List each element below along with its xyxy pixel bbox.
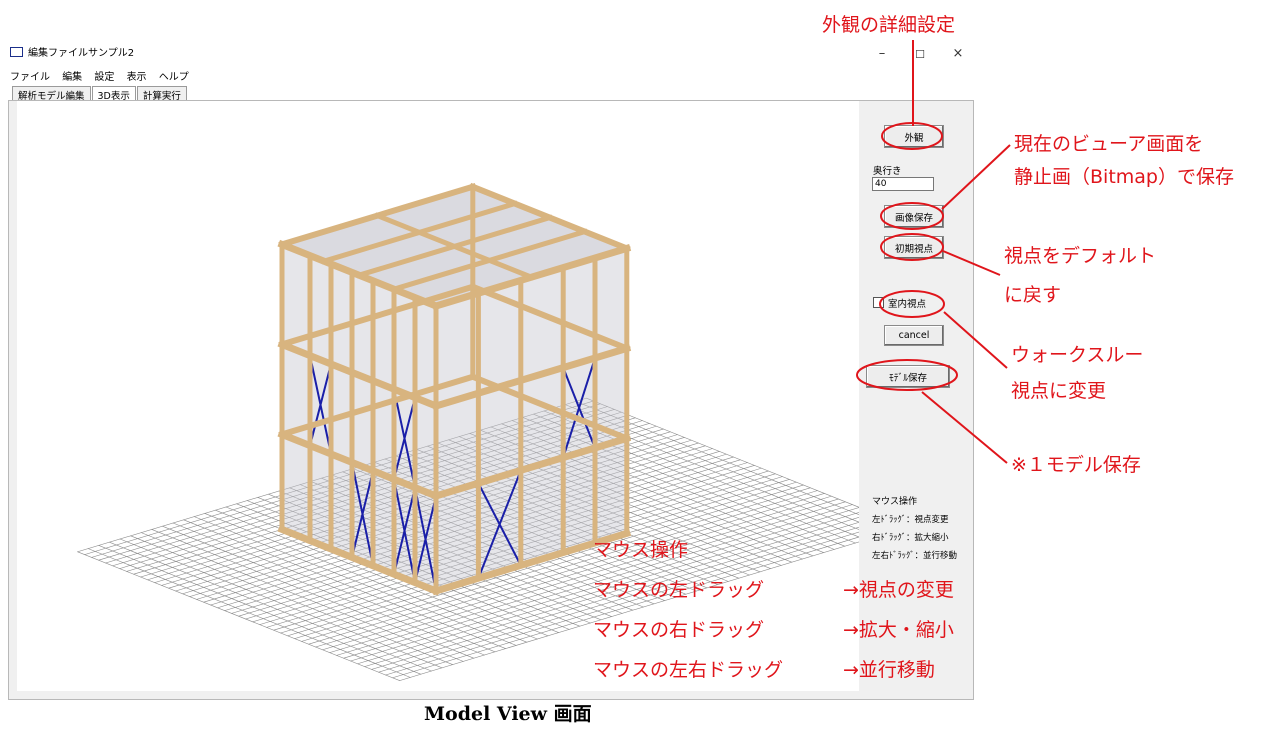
cancel-button[interactable]: cancel — [884, 325, 944, 346]
tab-bar: 解析モデル編集 3D表示 計算実行 — [12, 86, 188, 102]
annotation-walkthrough-1: ウォークスルー — [1011, 344, 1144, 366]
menu-edit[interactable]: 編集 — [62, 72, 82, 83]
annotation-default-view-2: に戻す — [1004, 284, 1062, 306]
figure-caption: Model View 画面 — [424, 703, 592, 725]
appearance-button[interactable]: 外観 — [884, 125, 944, 148]
mouse-help-line: 左ﾄﾞﾗｯｸﾞ：視点変更 — [872, 515, 949, 525]
window-title: 編集ファイルサンプル2 — [10, 44, 134, 59]
annotation-mouse-left-action: マウスの左ドラッグ — [593, 579, 765, 601]
annotation-model-save: ※１モデル保存 — [1011, 454, 1141, 476]
menu-bar: ファイル 編集 設定 表示 ヘルプ — [10, 68, 198, 83]
menu-file[interactable]: ファイル — [10, 72, 50, 83]
window-title-text: 編集ファイルサンプル2 — [28, 48, 135, 59]
annotation-mouse-title: マウス操作 — [593, 539, 689, 561]
indoor-view-label: 室内視点 — [888, 299, 927, 310]
annotation-mouse-right-result: →拡大・縮小 — [843, 619, 954, 641]
menu-view[interactable]: 表示 — [127, 72, 147, 83]
save-image-button[interactable]: 画像保存 — [884, 205, 944, 228]
annotation-default-view-1: 視点をデフォルト — [1004, 245, 1157, 267]
maximize-button[interactable]: ☐ — [910, 48, 930, 61]
close-button[interactable]: × — [948, 46, 968, 61]
mouse-help-title: マウス操作 — [872, 497, 918, 507]
initial-view-button[interactable]: 初期視点 — [884, 236, 944, 259]
checkbox-box[interactable] — [873, 297, 884, 308]
tab-model-edit[interactable]: 解析モデル編集 — [12, 86, 91, 102]
model-save-button[interactable]: ﾓﾃﾞﾙ保存 — [866, 365, 950, 388]
mouse-help-line: 右ﾄﾞﾗｯｸﾞ：拡大縮小 — [872, 533, 949, 543]
indoor-view-checkbox[interactable]: 室内視点 — [873, 296, 926, 310]
menu-settings[interactable]: 設定 — [94, 72, 114, 83]
tab-3d-view[interactable]: 3D表示 — [91, 86, 136, 102]
annotation-save-image-1: 現在のビューア画面を — [1014, 133, 1204, 155]
tab-calculation[interactable]: 計算実行 — [136, 86, 187, 102]
minimize-button[interactable]: – — [872, 46, 892, 61]
annotation-mouse-both-action: マウスの左右ドラッグ — [593, 659, 784, 681]
annotation-save-image-2: 静止画（Bitmap）で保存 — [1014, 166, 1234, 188]
depth-input[interactable] — [872, 177, 934, 191]
annotation-mouse-both-result: →並行移動 — [843, 659, 935, 681]
menu-help[interactable]: ヘルプ — [159, 72, 189, 83]
annotation-mouse-left-result: →視点の変更 — [843, 579, 954, 601]
window-app-icon — [10, 47, 23, 57]
annotation-mouse-right-action: マウスの右ドラッグ — [593, 619, 765, 641]
annotation-appearance-detail: 外観の詳細設定 — [822, 14, 956, 36]
annotation-walkthrough-2: 視点に変更 — [1011, 380, 1107, 402]
depth-label: 奥行き — [873, 166, 902, 177]
mouse-help-line: 左右ﾄﾞﾗｯｸﾞ：並行移動 — [872, 551, 958, 561]
